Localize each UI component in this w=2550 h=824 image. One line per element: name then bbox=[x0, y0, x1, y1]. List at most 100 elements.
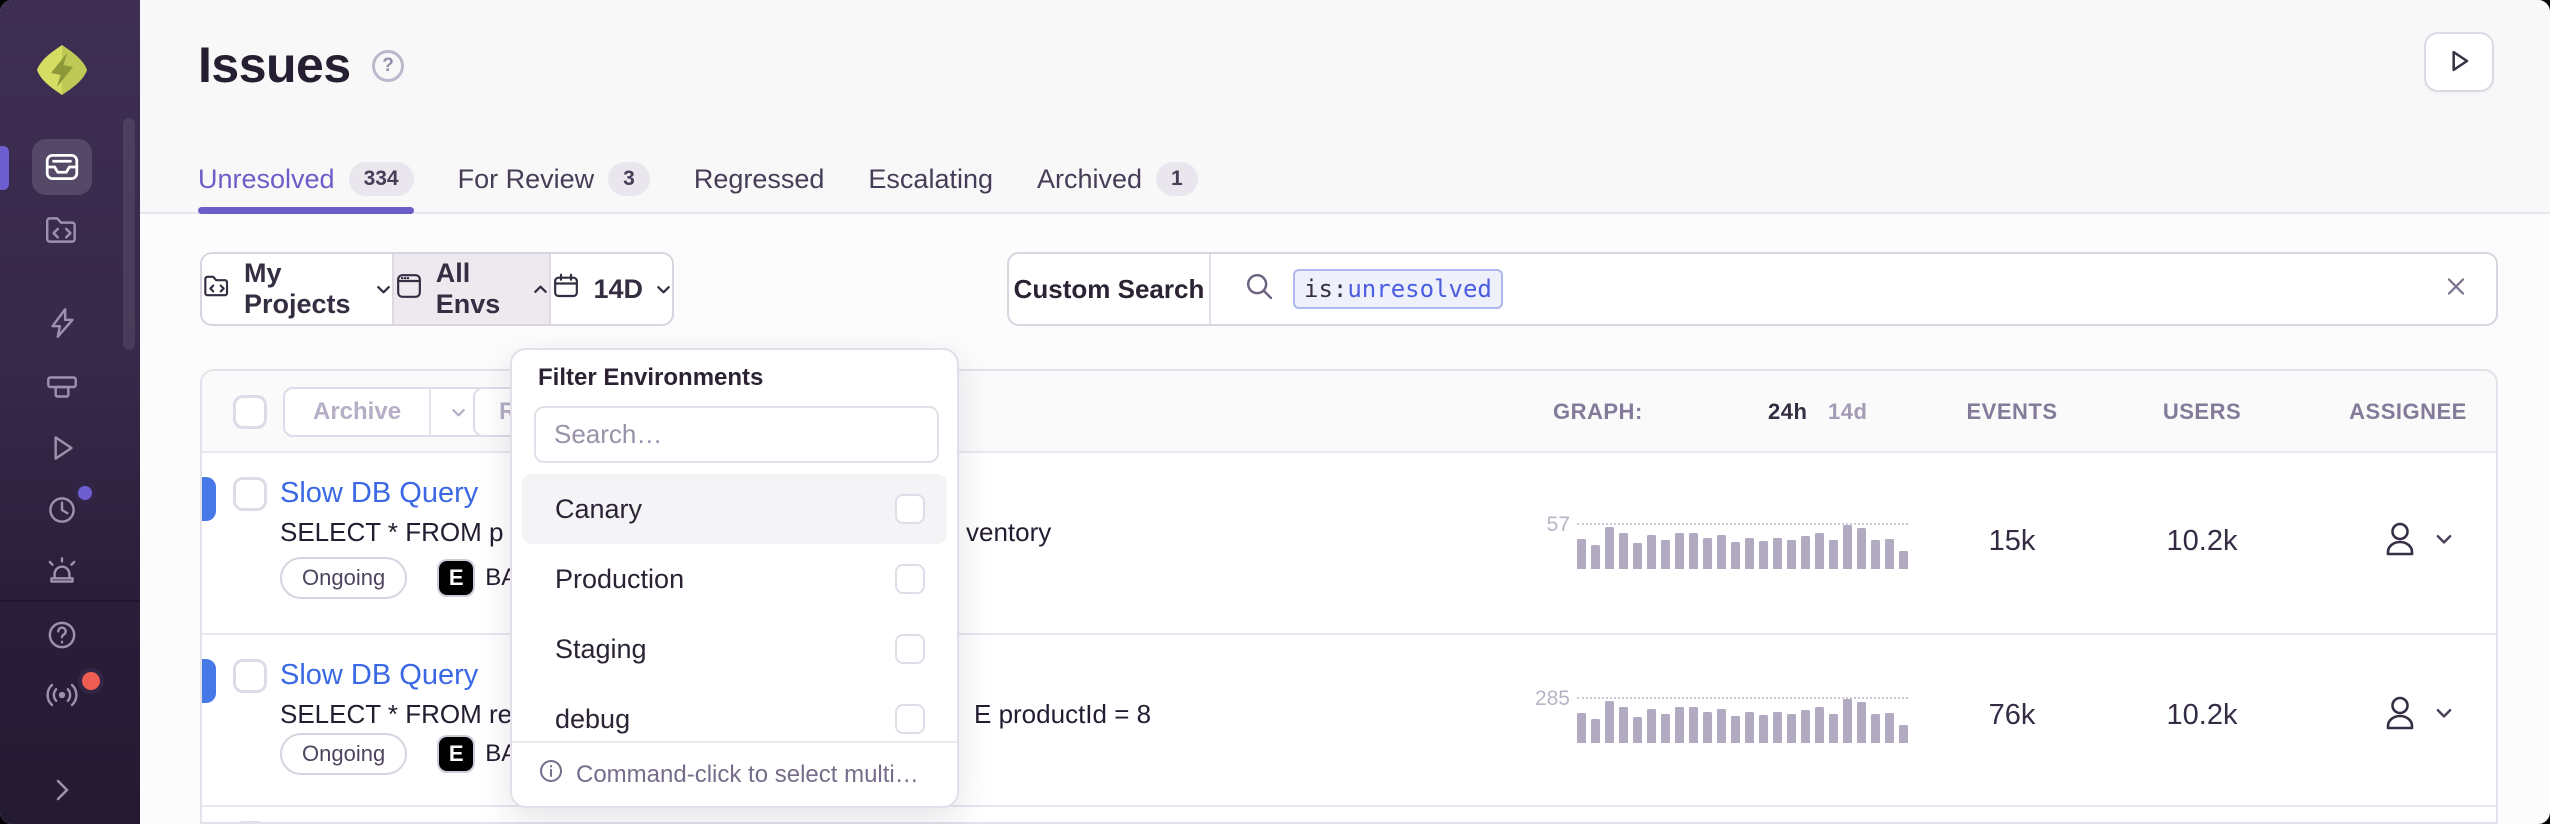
chevron-down-icon bbox=[2434, 529, 2454, 554]
tab-count-badge: 334 bbox=[349, 162, 414, 196]
archive-button[interactable]: Archive bbox=[285, 389, 429, 435]
environment-options-list: Canary Production Staging debug bbox=[522, 474, 947, 745]
tab-label: Archived bbox=[1037, 164, 1142, 195]
column-header-events: EVENTS bbox=[1912, 399, 2112, 425]
tab-count-badge: 1 bbox=[1156, 162, 1198, 196]
help-icon[interactable]: ? bbox=[372, 50, 404, 82]
environment-filter-dropdown: Filter Environments Canary Production St… bbox=[510, 348, 959, 808]
option-checkbox[interactable] bbox=[895, 564, 925, 594]
events-sparkline bbox=[1577, 689, 1908, 743]
sidebar-scrollbar[interactable] bbox=[123, 118, 135, 350]
status-badge: Ongoing bbox=[280, 733, 407, 775]
sidebar-item-alerts-siren-icon[interactable] bbox=[43, 553, 81, 591]
sparkline-bars bbox=[1577, 525, 1908, 569]
select-all-checkbox[interactable] bbox=[233, 395, 267, 429]
tab-count-badge: 3 bbox=[608, 162, 650, 196]
window-icon bbox=[394, 271, 424, 308]
assignee-dropdown-button[interactable] bbox=[2378, 691, 2454, 740]
issue-checkbox[interactable] bbox=[233, 659, 267, 693]
events-sparkline bbox=[1577, 515, 1908, 569]
page-filter-bar: My Projects All Envs bbox=[200, 252, 674, 326]
project-avatar: E bbox=[439, 737, 473, 771]
custom-search-button[interactable]: Custom Search bbox=[1009, 254, 1211, 324]
sidebar-divider bbox=[0, 600, 140, 602]
sidebar-item-lightning-icon[interactable] bbox=[43, 304, 81, 342]
app-logo[interactable] bbox=[34, 42, 90, 98]
environment-search-input[interactable] bbox=[534, 406, 939, 463]
chevron-down-icon bbox=[655, 274, 672, 305]
issue-snippet: SELECT * FROM re bbox=[280, 699, 512, 730]
sidebar-item-feedback-icon[interactable] bbox=[43, 368, 81, 406]
issue-snippet: SELECT * FROM p bbox=[280, 517, 503, 548]
tab-unresolved[interactable]: Unresolved 334 bbox=[198, 144, 414, 214]
tab-label: Unresolved bbox=[198, 164, 335, 195]
projects-filter-button[interactable]: My Projects bbox=[202, 254, 392, 324]
status-badge: Ongoing bbox=[280, 557, 407, 599]
environments-filter-button[interactable]: All Envs bbox=[392, 254, 550, 324]
demo-play-button[interactable] bbox=[2424, 32, 2494, 92]
column-header-graph: GRAPH: bbox=[1553, 399, 1643, 425]
project-avatar: E bbox=[439, 561, 473, 595]
sparkline-bars bbox=[1577, 699, 1908, 743]
graph-period-14d-toggle[interactable]: 14d bbox=[1828, 399, 1867, 425]
option-checkbox[interactable] bbox=[895, 494, 925, 524]
option-label: Canary bbox=[555, 494, 642, 525]
assignee-person-icon bbox=[2378, 691, 2422, 740]
tab-regressed[interactable]: Regressed bbox=[694, 144, 825, 214]
clear-search-icon[interactable] bbox=[2442, 273, 2470, 306]
date-range-filter-button[interactable]: 14D bbox=[549, 254, 672, 324]
sidebar-item-issues[interactable] bbox=[43, 148, 81, 186]
search-token-is-unresolved[interactable]: is:unresolved bbox=[1293, 269, 1503, 309]
issue-badges: Ongoing E BAC bbox=[280, 557, 535, 599]
issue-level-bar bbox=[202, 659, 216, 703]
play-icon bbox=[2443, 45, 2475, 80]
tab-label: Escalating bbox=[868, 164, 993, 195]
broadcast-notification-dot bbox=[78, 668, 104, 694]
issue-title-link[interactable]: Slow DB Query bbox=[280, 659, 478, 692]
sidebar-item-help-icon[interactable] bbox=[43, 616, 81, 654]
issue-title-link[interactable]: Slow DB Query bbox=[280, 477, 478, 510]
issue-snippet-continued: ventory bbox=[966, 517, 1051, 548]
graph-period-24h-toggle[interactable]: 24h bbox=[1768, 399, 1807, 425]
sidebar-item-releases-play-icon[interactable] bbox=[43, 429, 81, 467]
sidebar bbox=[0, 0, 140, 824]
environment-option-production[interactable]: Production bbox=[522, 544, 947, 614]
tab-escalating[interactable]: Escalating bbox=[868, 144, 993, 214]
replay-notification-dot bbox=[74, 482, 96, 504]
environment-option-debug[interactable]: debug bbox=[522, 684, 947, 745]
column-header-assignee: ASSIGNEE bbox=[2308, 399, 2498, 425]
sidebar-expand-chevron-icon[interactable] bbox=[44, 772, 80, 808]
calendar-icon bbox=[551, 271, 581, 308]
column-header-users: USERS bbox=[2102, 399, 2302, 425]
assignee-dropdown-button[interactable] bbox=[2378, 517, 2454, 566]
sidebar-item-explore-icon[interactable] bbox=[42, 211, 82, 249]
page-title: Issues bbox=[198, 36, 351, 94]
token-key: is: bbox=[1304, 275, 1347, 303]
assignee-person-icon bbox=[2378, 517, 2422, 566]
app-window: Issues ? Unresolved 334 For Review 3 Reg… bbox=[0, 0, 2550, 824]
dropdown-title: Filter Environments bbox=[538, 364, 763, 392]
chevron-up-icon bbox=[532, 274, 549, 305]
dropdown-footer-hint: Command-click to select multi… bbox=[512, 741, 957, 806]
environment-option-staging[interactable]: Staging bbox=[522, 614, 947, 684]
issue-checkbox[interactable] bbox=[233, 477, 267, 511]
option-checkbox[interactable] bbox=[895, 704, 925, 734]
tab-for-review[interactable]: For Review 3 bbox=[458, 144, 650, 214]
search-icon bbox=[1243, 270, 1277, 309]
option-checkbox[interactable] bbox=[895, 634, 925, 664]
issue-status-tabs: Unresolved 334 For Review 3 Regressed Es… bbox=[198, 144, 1198, 214]
chevron-down-icon bbox=[2434, 703, 2454, 728]
chevron-down-icon bbox=[375, 274, 392, 305]
graph-peak-label: 57 bbox=[1486, 513, 1570, 537]
issue-search-bar: Custom Search is:unresolved bbox=[1007, 252, 2498, 326]
tab-archived[interactable]: Archived 1 bbox=[1037, 144, 1198, 214]
issue-badges: Ongoing E BAC bbox=[280, 733, 535, 775]
tab-label: For Review bbox=[458, 164, 595, 195]
footer-hint-text: Command-click to select multi… bbox=[576, 761, 919, 789]
page-header: Issues ? Unresolved 334 For Review 3 Reg… bbox=[140, 0, 2550, 214]
events-count: 76k bbox=[1912, 699, 2112, 732]
graph-peak-label: 285 bbox=[1486, 687, 1570, 711]
sidebar-item-broadcast-icon[interactable] bbox=[43, 676, 81, 714]
environment-option-canary[interactable]: Canary bbox=[522, 474, 947, 544]
issue-row bbox=[202, 807, 2496, 824]
